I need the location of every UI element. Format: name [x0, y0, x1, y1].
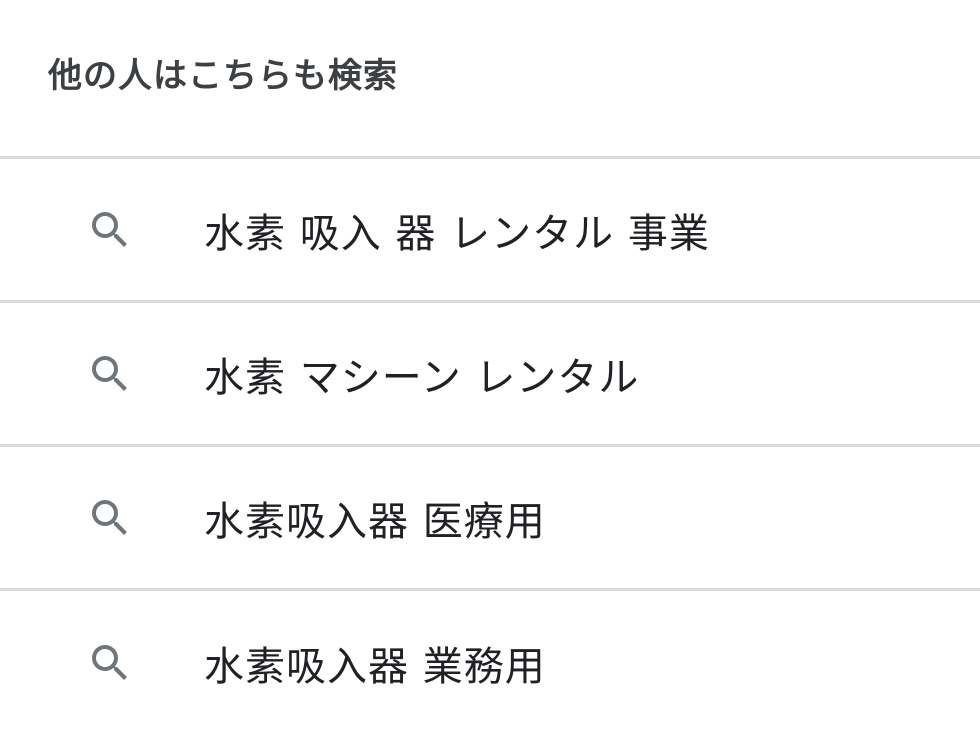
- search-icon: [86, 494, 134, 542]
- search-icon: [86, 350, 134, 398]
- related-search-label: 水素吸入器 医療用: [204, 498, 546, 545]
- related-search-label: 水素 マシーン レンタル: [204, 354, 640, 401]
- search-icon: [86, 206, 134, 254]
- related-search-label: 水素 吸入 器 レンタル 事業: [204, 210, 710, 257]
- related-search-item[interactable]: 水素 マシーン レンタル: [0, 303, 980, 447]
- related-search-item[interactable]: 水素 吸入 器 レンタル 事業: [0, 159, 980, 303]
- related-searches-panel: 他の人はこちらも検索 水素 吸入 器 レンタル 事業 水素 マシーン レンタル …: [0, 0, 980, 744]
- related-searches-list: 水素 吸入 器 レンタル 事業 水素 マシーン レンタル 水素吸入器 医療用 水…: [0, 156, 980, 735]
- related-search-item[interactable]: 水素吸入器 医療用: [0, 447, 980, 591]
- related-search-label: 水素吸入器 業務用: [204, 644, 546, 690]
- related-searches-heading: 他の人はこちらも検索: [48, 56, 398, 96]
- search-icon: [86, 639, 134, 687]
- related-search-item[interactable]: 水素吸入器 業務用: [0, 591, 980, 735]
